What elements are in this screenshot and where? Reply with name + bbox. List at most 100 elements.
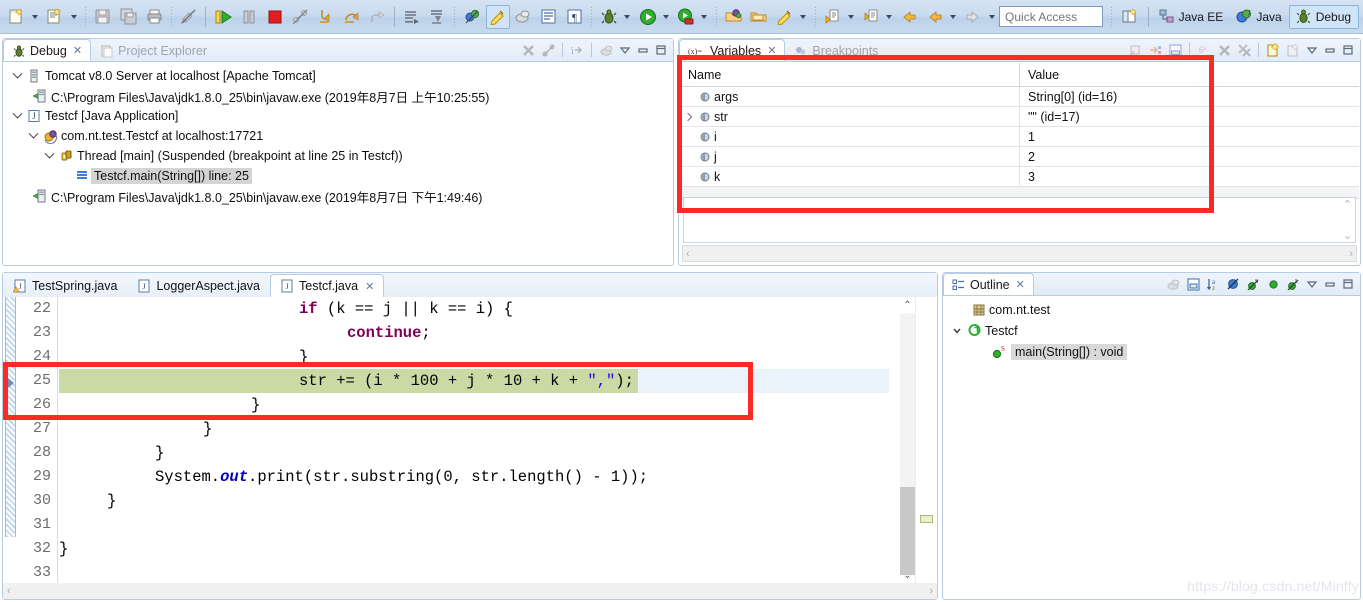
show-qualified-names-icon[interactable]: i <box>568 41 586 59</box>
step-return-icon[interactable] <box>365 5 389 29</box>
remove-all-icon[interactable] <box>1235 41 1253 59</box>
maximize-icon[interactable] <box>1340 42 1356 58</box>
remove-all-terminated-icon[interactable] <box>519 41 537 59</box>
sort-alphabetically-icon[interactable]: az <box>1204 275 1222 293</box>
tree-row-process[interactable]: C:\Program Files\Java\jdk1.8.0_25\bin\ja… <box>3 86 673 106</box>
tree-row-thread[interactable]: Thread [main] (Suspended (breakpoint at … <box>3 146 673 166</box>
edit-expression-icon[interactable] <box>1284 41 1302 59</box>
table-row[interactable]: args String[0] (id=16) <box>680 86 1359 107</box>
scroll-thumb[interactable] <box>900 487 915 575</box>
editor-tab-testspring[interactable]: J TestSpring.java <box>3 274 127 297</box>
remove-selected-icon[interactable] <box>1215 41 1233 59</box>
table-row[interactable]: j 2 <box>680 146 1359 167</box>
outline-row-package[interactable]: com.nt.test <box>943 299 1360 320</box>
collapse-all-icon[interactable] <box>1126 41 1144 59</box>
hide-local-types-icon[interactable]: L <box>1284 275 1302 293</box>
tab-debug[interactable]: Debug ✕ <box>3 39 92 61</box>
scroll-right-arrow[interactable]: › <box>1349 248 1353 260</box>
editor-gutter[interactable] <box>3 297 17 583</box>
show-logical-structure-icon[interactable] <box>1146 41 1164 59</box>
tree-row-server[interactable]: Tomcat v8.0 Server at localhost [Apache … <box>3 66 673 86</box>
variables-detail-pane[interactable]: ⌃ ⌄ <box>683 197 1356 243</box>
edit-icon[interactable] <box>485 4 510 29</box>
perspective-debug[interactable]: Debug <box>1288 4 1360 29</box>
forward-dropdown-arrow[interactable] <box>986 5 997 29</box>
scroll-down-arrow[interactable]: ⌄ <box>1343 229 1352 242</box>
save-icon[interactable] <box>91 5 115 29</box>
tree-row-process-2[interactable]: C:\Program Files\Java\jdk1.8.0_25\bin\ja… <box>3 186 673 206</box>
column-header-value[interactable]: Value <box>1020 63 1359 87</box>
table-row[interactable]: str "" (id=17) <box>680 106 1359 127</box>
tab-variables[interactable]: (x)= Variables ✕ <box>679 39 786 61</box>
disconnect-all-icon[interactable] <box>539 41 557 59</box>
search-dropdown-arrow[interactable] <box>798 5 809 29</box>
disconnect-icon[interactable] <box>288 5 312 29</box>
show-detail-pane-icon[interactable] <box>1166 41 1184 59</box>
chevron-down-icon[interactable] <box>9 108 25 124</box>
forward-icon[interactable] <box>962 5 986 29</box>
skip-breakpoints-icon[interactable] <box>460 5 484 29</box>
maximize-icon[interactable] <box>1340 276 1356 292</box>
tree-row-stack-frame[interactable]: Testcf.main(String[]) line: 25 <box>3 166 673 186</box>
editor-body[interactable]: 22 23 24 25 26 27 28 29 30 31 32 33 if (… <box>3 297 937 599</box>
table-row[interactable]: i 1 <box>680 126 1359 147</box>
hide-static-icon[interactable]: S <box>1244 275 1262 293</box>
open-task-icon[interactable] <box>747 5 771 29</box>
view-menu-icon[interactable] <box>1304 276 1320 292</box>
back-icon[interactable] <box>897 5 921 29</box>
chevron-down-icon[interactable] <box>949 326 965 336</box>
minimize-icon[interactable] <box>635 42 651 58</box>
step-over-icon[interactable] <box>340 5 364 29</box>
next-dropdown-arrow[interactable] <box>845 5 856 29</box>
focus-on-active-task-icon[interactable] <box>1164 275 1182 293</box>
chevron-right-icon[interactable] <box>680 114 696 120</box>
view-menu-dots-icon[interactable] <box>597 41 615 59</box>
outline-row-method[interactable]: S main(String[]) : void <box>943 341 1360 362</box>
collapse-all-icon[interactable] <box>1184 275 1202 293</box>
pilcrow-icon[interactable]: ¶ <box>563 5 587 29</box>
detail-vertical-scrollbar[interactable]: ⌃ ⌄ <box>1340 198 1355 242</box>
chevron-down-icon[interactable] <box>41 148 57 164</box>
scroll-left-arrow[interactable]: ‹ <box>686 248 690 260</box>
close-icon[interactable]: ✕ <box>365 280 374 293</box>
coverage-dropdown-arrow[interactable] <box>699 5 710 29</box>
close-icon[interactable]: ✕ <box>1016 278 1025 291</box>
view-menu-icon[interactable] <box>1304 42 1320 58</box>
editor-code-area[interactable]: if (k == j || k == i) { continue; } str … <box>59 297 889 583</box>
next-annotation-icon[interactable] <box>821 5 845 29</box>
step-into-icon[interactable] <box>314 5 338 29</box>
new-java-class-icon[interactable] <box>43 5 67 29</box>
scroll-up-arrow[interactable]: ⌃ <box>1343 198 1352 211</box>
variables-horizontal-scrollbar[interactable]: ‹ › <box>682 245 1357 262</box>
new-class-dropdown-arrow[interactable] <box>68 5 79 29</box>
save-all-icon[interactable] <box>117 5 141 29</box>
scroll-up-arrow[interactable]: ⌃ <box>900 297 915 313</box>
hide-fields-icon[interactable] <box>1224 275 1242 293</box>
maximize-icon[interactable] <box>653 42 669 58</box>
back-dropdown-arrow[interactable] <box>923 5 947 29</box>
tab-outline[interactable]: Outline ✕ <box>943 273 1034 295</box>
run-last-tool-icon[interactable] <box>400 5 424 29</box>
editor-vertical-scrollbar[interactable]: ⌃ ⌄ <box>900 297 915 583</box>
tree-row-launch[interactable]: J Testcf [Java Application] <box>3 106 673 126</box>
editor-tab-testcf[interactable]: J Testcf.java ✕ <box>270 274 385 297</box>
resume-icon[interactable] <box>211 5 235 29</box>
suspend-icon[interactable] <box>237 5 261 29</box>
scroll-right-arrow[interactable]: › <box>929 585 933 597</box>
minimize-icon[interactable] <box>1322 276 1338 292</box>
tab-project-explorer[interactable]: Project Explorer <box>91 39 216 61</box>
new-wizard-icon[interactable] <box>5 5 29 29</box>
run-coverage-icon[interactable] <box>674 5 698 29</box>
chevron-down-icon[interactable] <box>9 68 25 84</box>
debug-dropdown-arrow[interactable] <box>622 5 633 29</box>
editor-tab-loggeraspect[interactable]: J LoggerAspect.java <box>127 274 270 297</box>
external-tools-icon[interactable] <box>426 5 450 29</box>
search-icon[interactable] <box>773 5 797 29</box>
new-expression-icon[interactable] <box>1264 41 1282 59</box>
new-dropdown-arrow[interactable] <box>30 5 41 29</box>
chevron-down-icon[interactable] <box>25 128 41 144</box>
column-header-name[interactable]: Name <box>680 62 1020 87</box>
editor-horizontal-scrollbar[interactable]: ‹ › <box>3 583 937 599</box>
scroll-down-arrow[interactable]: ⌄ <box>900 567 915 583</box>
build-icon[interactable] <box>512 5 536 29</box>
